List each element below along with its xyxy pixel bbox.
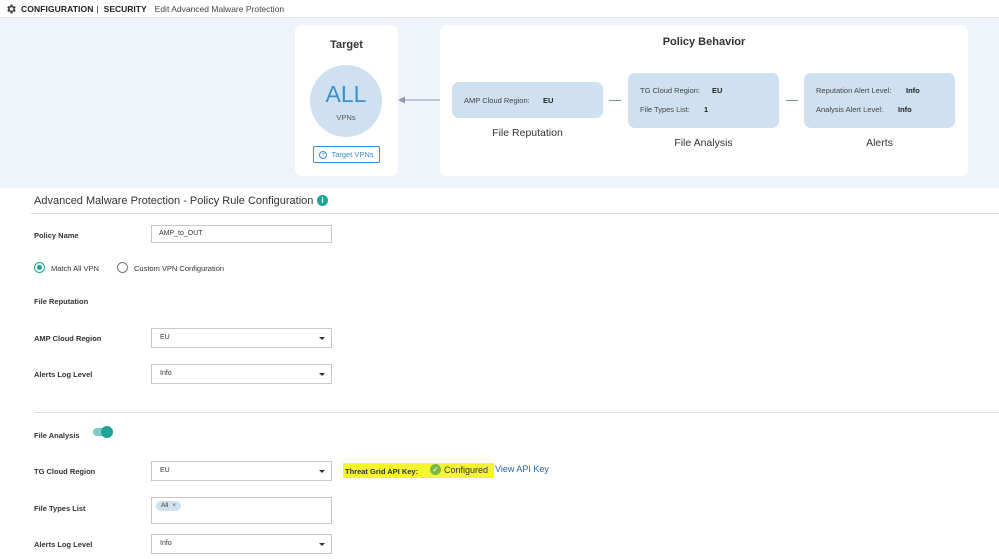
file-analysis-label: File Analysis (34, 431, 80, 440)
file-analysis-key-1: TG Cloud Region: (640, 86, 701, 95)
connector-line (786, 100, 798, 101)
file-reputation-heading: File Reputation (34, 297, 89, 306)
gear-icon (7, 4, 16, 13)
file-analysis-toggle[interactable] (93, 426, 113, 438)
tg-cloud-region-label: TG Cloud Region (34, 467, 96, 476)
file-analysis-key-2: File Types List: (640, 105, 690, 114)
alerts-key-1: Reputation Alert Level: (816, 86, 892, 95)
policy-behavior-title: Policy Behavior (662, 36, 746, 48)
close-icon[interactable]: × (172, 502, 176, 509)
chevron-down-icon (319, 470, 325, 473)
policy-name-input[interactable]: AMP_to_OUT (151, 225, 332, 243)
analysis-alerts-log-level-value: Info (160, 540, 172, 547)
file-reputation-box[interactable]: AMP Cloud Region: EU (452, 82, 603, 118)
file-reputation-key: AMP Cloud Region: (464, 96, 530, 105)
custom-vpn-label: Custom VPN Configuration (134, 264, 225, 273)
view-api-key-link[interactable]: View API Key (495, 464, 549, 474)
alerts-box[interactable]: Reputation Alert Level: Info Analysis Al… (804, 73, 955, 128)
alerts-value-2: Info (898, 105, 912, 114)
tg-cloud-region-value: EU (160, 467, 170, 474)
target-title: Target (330, 39, 363, 51)
match-all-vpn-label: Match All VPN (51, 264, 99, 273)
tg-cloud-region-select[interactable]: EU (151, 461, 332, 481)
header-bar: CONFIGURATION | SECURITY Edit Advanced M… (0, 0, 999, 18)
file-analysis-box[interactable]: TG Cloud Region: EU File Types List: 1 (628, 73, 779, 128)
amp-cloud-region-label: AMP Cloud Region (34, 334, 102, 343)
breadcrumb-configuration[interactable]: CONFIGURATION (21, 4, 93, 14)
target-circle: ALL VPNs (310, 65, 382, 137)
section-divider (34, 412, 999, 413)
chevron-down-icon (319, 337, 325, 340)
file-type-chip: All × (156, 501, 182, 511)
breadcrumb-separator: | (96, 3, 99, 14)
target-vpns-button-label: Target VPNs (331, 150, 374, 159)
target-value: ALL (325, 81, 367, 107)
chevron-down-icon (319, 543, 325, 546)
arrow-left-icon (398, 96, 440, 104)
file-types-multiselect[interactable]: All × (151, 497, 332, 524)
amp-cloud-region-value: EU (160, 334, 170, 341)
custom-vpn-radio[interactable] (117, 262, 128, 273)
file-types-list-label: File Types List (34, 504, 86, 513)
policy-behavior-card: Policy Behavior AMP Cloud Region: EU Fil… (440, 25, 968, 176)
alerts-log-level-label: Alerts Log Level (34, 370, 93, 379)
policy-name-label: Policy Name (34, 231, 79, 240)
analysis-alerts-log-level-label: Alerts Log Level (34, 540, 93, 549)
file-type-chip-label: All (161, 502, 169, 509)
alerts-label: Alerts (866, 137, 893, 149)
amp-cloud-region-select[interactable]: EU (151, 328, 332, 348)
alerts-log-level-select[interactable]: Info (151, 364, 332, 384)
connector-line (609, 100, 621, 101)
info-icon[interactable]: i (317, 195, 328, 206)
alerts-key-2: Analysis Alert Level: (816, 105, 884, 114)
file-reputation-label: File Reputation (492, 127, 563, 139)
api-key-status: Configured (444, 465, 489, 475)
file-reputation-value: EU (543, 96, 554, 105)
file-analysis-value-2: 1 (704, 105, 709, 114)
alerts-log-level-value: Info (160, 370, 172, 377)
check-circle-icon: ✓ (430, 464, 441, 475)
analysis-alerts-log-level-select[interactable]: Info (151, 534, 332, 554)
file-analysis-value-1: EU (712, 86, 723, 95)
alerts-value-1: Info (906, 86, 920, 95)
file-analysis-label: File Analysis (674, 137, 733, 149)
target-unit: VPNs (336, 113, 356, 122)
match-all-vpn-radio[interactable] (34, 262, 45, 273)
page-title: Edit Advanced Malware Protection (154, 3, 285, 14)
form-title: Advanced Malware Protection - Policy Rul… (34, 195, 314, 207)
policy-diagram: Target ALL VPNs + Target VPNs Policy Beh… (0, 18, 999, 188)
title-divider (31, 213, 999, 214)
threat-grid-api-key-label: Threat Grid API Key: (345, 467, 419, 476)
chevron-down-icon (319, 373, 325, 376)
policy-rule-form: Advanced Malware Protection - Policy Rul… (15, 188, 999, 559)
target-card: Target ALL VPNs + Target VPNs (295, 25, 398, 176)
plus-circle-icon: + (319, 150, 328, 159)
breadcrumb-security[interactable]: SECURITY (104, 4, 147, 14)
target-vpns-button[interactable]: + Target VPNs (313, 146, 380, 163)
